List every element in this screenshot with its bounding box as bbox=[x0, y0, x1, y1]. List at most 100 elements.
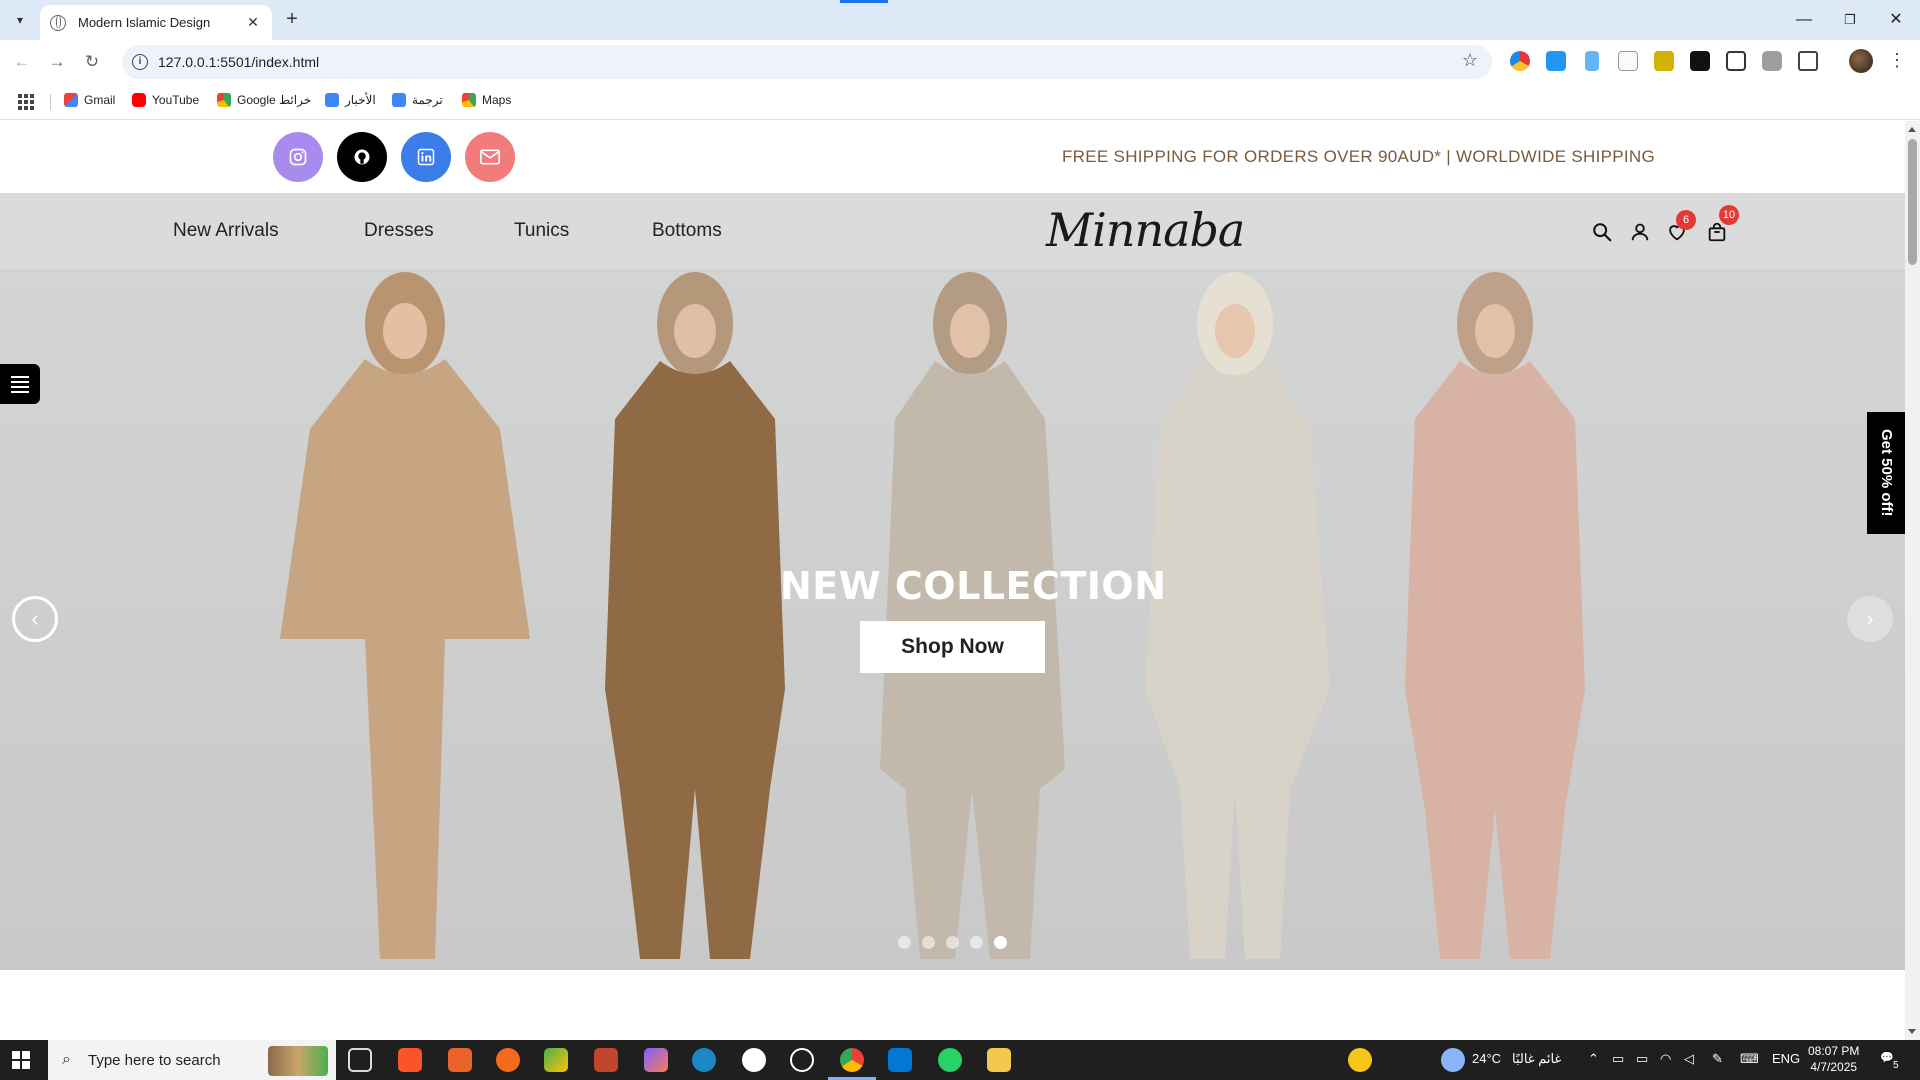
address-bar[interactable]: i 127.0.0.1:5501/index.html ☆ bbox=[122, 45, 1492, 79]
nav-dresses[interactable]: Dresses bbox=[364, 220, 434, 242]
taskbar-search-box[interactable]: ⌕ Type here to search bbox=[48, 1040, 336, 1080]
copilot-icon[interactable] bbox=[644, 1048, 668, 1072]
restore-button[interactable]: ❐ bbox=[1832, 6, 1868, 34]
bookmark-label: الأخبار bbox=[345, 93, 376, 107]
chatgpt-icon[interactable] bbox=[790, 1048, 814, 1072]
hero-model-image bbox=[880, 272, 1065, 959]
url-text[interactable]: 127.0.0.1:5501/index.html bbox=[158, 54, 319, 70]
carousel-dot[interactable] bbox=[922, 936, 935, 949]
volume-icon[interactable]: ◁ bbox=[1684, 1051, 1694, 1067]
task-view-icon[interactable] bbox=[348, 1048, 372, 1072]
forward-arrow-icon[interactable]: → bbox=[45, 50, 69, 74]
scroll-down-arrow-icon[interactable] bbox=[1908, 1029, 1916, 1034]
tray-chevron-up-icon[interactable]: ⌃ bbox=[1588, 1051, 1599, 1067]
top-bar: FREE SHIPPING FOR ORDERS OVER 90AUD* | W… bbox=[0, 121, 1905, 193]
keyboard-icon[interactable]: ⌨ bbox=[1740, 1051, 1759, 1067]
document-extension-icon[interactable] bbox=[1585, 51, 1599, 71]
nav-bottoms[interactable]: Bottoms bbox=[652, 220, 722, 242]
bookmark-news[interactable]: الأخبار bbox=[325, 93, 376, 107]
user-icon[interactable] bbox=[1629, 221, 1651, 243]
browser-menu-icon[interactable]: ⋮ bbox=[1888, 50, 1906, 71]
clock-date: 4/7/2025 bbox=[1810, 1060, 1858, 1074]
system-clock[interactable]: 08:07 PM 4/7/2025 bbox=[1808, 1043, 1859, 1075]
github-button[interactable] bbox=[337, 132, 387, 182]
shipping-announcement: FREE SHIPPING FOR ORDERS OVER 90AUD* | W… bbox=[1062, 147, 1655, 166]
site-info-icon[interactable]: i bbox=[132, 54, 148, 70]
apps-grid-icon[interactable] bbox=[18, 94, 34, 110]
reload-icon[interactable]: ↻ bbox=[80, 50, 104, 74]
bookmark-maps[interactable]: Maps bbox=[462, 93, 511, 107]
side-menu-button[interactable] bbox=[0, 364, 40, 404]
discount-promo-tab[interactable]: Get 50% off! bbox=[1867, 412, 1905, 534]
download-extension-icon[interactable] bbox=[1546, 51, 1566, 71]
carousel-prev-button[interactable]: ‹ bbox=[12, 596, 58, 642]
edge-icon[interactable] bbox=[692, 1048, 716, 1072]
font-extension-icon[interactable] bbox=[1690, 51, 1710, 71]
app-icon[interactable] bbox=[448, 1048, 472, 1072]
brand-logo[interactable]: Minnaba bbox=[1046, 203, 1245, 257]
scroll-up-arrow-icon[interactable] bbox=[1908, 127, 1916, 132]
app-icon[interactable] bbox=[544, 1048, 568, 1072]
input-language[interactable]: ENG bbox=[1772, 1051, 1800, 1066]
linkedin-button[interactable] bbox=[401, 132, 451, 182]
color-picker-extension-icon[interactable] bbox=[1510, 51, 1530, 71]
notification-center-icon[interactable]: 💬 bbox=[1880, 1051, 1894, 1064]
instagram-button[interactable] bbox=[273, 132, 323, 182]
close-window-button[interactable]: ✕ bbox=[1878, 6, 1914, 34]
whatsapp-icon[interactable] bbox=[938, 1048, 962, 1072]
back-arrow-icon[interactable]: ← bbox=[10, 50, 34, 74]
file-explorer-icon[interactable] bbox=[987, 1048, 1011, 1072]
bookmark-youtube[interactable]: YouTube bbox=[132, 93, 199, 107]
help-icon[interactable] bbox=[1348, 1048, 1372, 1072]
vscode-icon[interactable] bbox=[888, 1048, 912, 1072]
nav-new-arrivals[interactable]: New Arrivals bbox=[173, 220, 279, 242]
weather-description[interactable]: غائم غالبًا bbox=[1512, 1051, 1561, 1067]
globe-icon bbox=[50, 14, 66, 31]
profile-avatar[interactable] bbox=[1849, 49, 1873, 73]
scrollbar-thumb[interactable] bbox=[1908, 139, 1917, 265]
bookmark-label: Gmail bbox=[84, 93, 116, 107]
image-extension-icon[interactable] bbox=[1726, 51, 1746, 71]
bookmark-gmail[interactable]: Gmail bbox=[64, 93, 115, 107]
pen-icon[interactable]: ✎ bbox=[1712, 1051, 1723, 1067]
active-tab[interactable]: Modern Islamic Design ✕ bbox=[40, 5, 272, 40]
carousel-dot[interactable] bbox=[970, 936, 983, 949]
email-button[interactable] bbox=[465, 132, 515, 182]
github-desktop-icon[interactable] bbox=[742, 1048, 766, 1072]
camera-extension-icon[interactable] bbox=[1762, 51, 1782, 71]
battery-icon[interactable]: ▭ bbox=[1636, 1051, 1648, 1067]
postman-icon[interactable] bbox=[496, 1048, 520, 1072]
bookmark-google-maps-ar[interactable]: Google خرائط bbox=[217, 93, 311, 107]
bookmark-star-icon[interactable]: ☆ bbox=[1462, 50, 1478, 71]
new-tab-button[interactable]: + bbox=[280, 8, 304, 32]
extensions-puzzle-icon[interactable] bbox=[1798, 51, 1818, 71]
carousel-dot-active[interactable] bbox=[994, 936, 1007, 949]
weather-cloud-icon[interactable] bbox=[1441, 1048, 1465, 1072]
carousel-next-button[interactable]: › bbox=[1847, 596, 1893, 642]
brave-browser-icon[interactable] bbox=[398, 1048, 422, 1072]
windows-start-icon[interactable] bbox=[12, 1051, 30, 1069]
shop-now-button[interactable]: Shop Now bbox=[860, 621, 1045, 673]
bookmark-translate[interactable]: ترجمة bbox=[392, 93, 443, 107]
hero-model-image bbox=[1145, 272, 1330, 959]
chrome-icon[interactable] bbox=[840, 1048, 864, 1072]
weather-temperature[interactable]: 24°C bbox=[1472, 1051, 1501, 1066]
search-icon[interactable] bbox=[1591, 221, 1613, 243]
tag-extension-icon[interactable] bbox=[1654, 51, 1674, 71]
minimize-button[interactable]: — bbox=[1786, 6, 1822, 34]
close-tab-icon[interactable]: ✕ bbox=[244, 14, 262, 31]
text-extension-icon[interactable] bbox=[1618, 51, 1638, 71]
tab-search-chevron-icon[interactable]: ▾ bbox=[8, 8, 32, 32]
wifi-icon[interactable]: ◠ bbox=[1660, 1051, 1671, 1067]
page-scrollbar[interactable] bbox=[1905, 121, 1920, 1040]
carousel-dot[interactable] bbox=[898, 936, 911, 949]
carousel-dot[interactable] bbox=[946, 936, 959, 949]
chevron-left-icon: ‹ bbox=[31, 606, 39, 631]
instagram-icon bbox=[289, 148, 307, 166]
meet-now-icon[interactable]: ▭ bbox=[1612, 1051, 1624, 1067]
web-page: FREE SHIPPING FOR ORDERS OVER 90AUD* | W… bbox=[0, 121, 1905, 1040]
nav-tunics[interactable]: Tunics bbox=[514, 220, 569, 242]
powerpoint-icon[interactable] bbox=[594, 1048, 618, 1072]
maps-icon bbox=[217, 93, 231, 107]
bookmark-label: YouTube bbox=[152, 93, 200, 107]
